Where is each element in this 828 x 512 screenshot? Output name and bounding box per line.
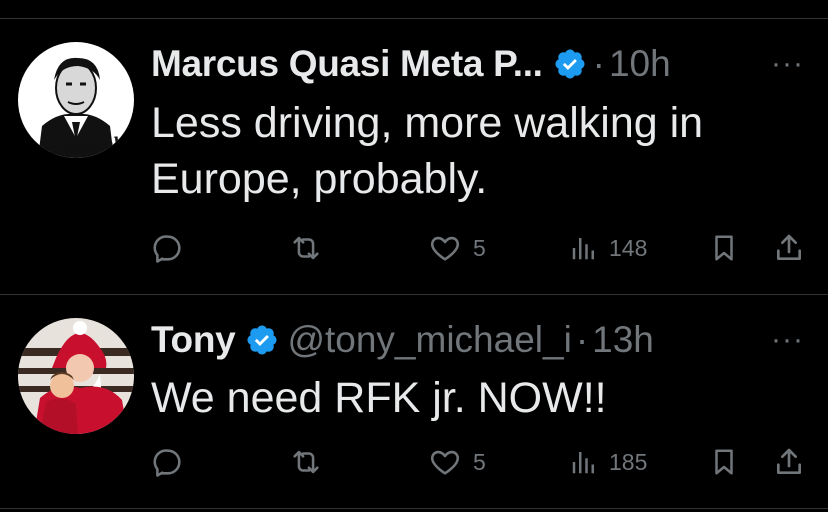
like-button[interactable]: 5	[427, 442, 486, 482]
separator-dot: ·	[592, 43, 605, 84]
display-name[interactable]: Marcus Quasi Meta P...	[151, 43, 543, 85]
avatar[interactable]	[18, 318, 134, 434]
reply-button[interactable]	[151, 228, 195, 268]
top-divider	[0, 18, 828, 19]
timestamp[interactable]: 10h	[609, 43, 671, 85]
user-handle[interactable]: @tony_michael_i	[287, 319, 571, 361]
tweet-header: Marcus Quasi Meta P... · 10h	[151, 40, 671, 88]
separator-dot: ·	[575, 319, 589, 360]
more-options-icon[interactable]: ···	[771, 325, 804, 355]
views-button[interactable]: 185	[569, 442, 647, 482]
tweet-actions: 5 148	[151, 228, 811, 268]
views-button[interactable]: 148	[569, 228, 647, 268]
tweet-text: Less driving, more walking in Europe, pr…	[151, 99, 704, 203]
bottom-divider	[0, 508, 828, 509]
bookmark-icon	[715, 235, 733, 261]
views-chart-icon	[572, 452, 594, 474]
reply-icon	[153, 235, 181, 263]
avatar-image-icon	[18, 318, 134, 434]
more-options-icon[interactable]: ···	[771, 49, 804, 79]
retweet-button[interactable]	[287, 442, 335, 482]
bookmark-button[interactable]	[709, 442, 739, 482]
tweet-text: We need RFK jr. NOW!!	[151, 374, 607, 422]
like-button[interactable]: 5	[427, 228, 486, 268]
bookmark-icon	[715, 449, 733, 475]
retweet-icon	[293, 236, 319, 260]
bookmark-button[interactable]	[709, 228, 739, 268]
verified-badge-icon	[245, 323, 279, 357]
tweet-header: Tony @tony_michael_i · 13h	[151, 316, 654, 364]
timestamp[interactable]: 13h	[592, 319, 654, 361]
retweet-button[interactable]	[287, 228, 335, 268]
reply-button[interactable]	[151, 442, 195, 482]
share-button[interactable]	[773, 442, 805, 482]
like-count: 5	[473, 448, 486, 475]
views-chart-icon	[572, 238, 594, 260]
tweet-divider	[0, 294, 828, 295]
reply-icon	[153, 449, 181, 477]
avatar[interactable]: unmutual	[18, 42, 134, 158]
view-count: 185	[609, 448, 648, 475]
share-button[interactable]	[773, 228, 805, 268]
like-count: 5	[473, 234, 486, 261]
share-icon	[777, 234, 801, 260]
avatar-image-icon: unmutual	[18, 42, 134, 158]
verified-badge-icon	[553, 47, 587, 81]
tweet-actions: 5 185	[151, 442, 811, 482]
display-name[interactable]: Tony	[151, 319, 236, 361]
retweet-icon	[293, 450, 319, 474]
share-icon	[777, 448, 801, 474]
view-count: 148	[609, 234, 648, 261]
heart-icon	[430, 450, 460, 475]
heart-icon	[430, 236, 460, 261]
